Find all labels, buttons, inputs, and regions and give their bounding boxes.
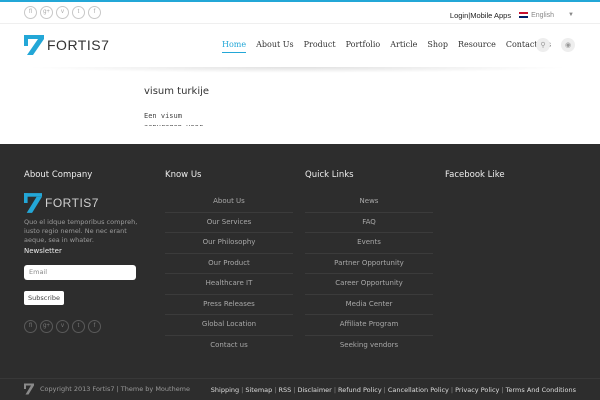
footer-logo-text: FORTIS7 <box>45 196 99 210</box>
footer-link-contact-us[interactable]: Contact us <box>165 336 293 357</box>
footer-link-partner-opportunity[interactable]: Partner Opportunity <box>305 254 433 274</box>
footer-social-links: fl g+ v t f <box>24 320 150 333</box>
logo-text: FORTIS7 <box>47 37 110 53</box>
logo-mark-icon <box>24 35 44 55</box>
nav-about-us[interactable]: About Us <box>256 40 293 53</box>
footer-facebook-column: Facebook Like <box>445 170 505 192</box>
twitter-icon[interactable]: t <box>72 320 85 333</box>
cart-icon[interactable]: ◉ <box>561 38 575 52</box>
newsletter-label: Newsletter <box>24 247 62 255</box>
know-us-heading: Know Us <box>165 170 202 180</box>
chevron-down-icon[interactable]: ▼ <box>568 12 574 18</box>
footer-logo[interactable]: FORTIS7 <box>24 192 150 214</box>
main-content: visum turkije Een visum aanvragen voor <box>144 86 444 126</box>
page-title: visum turkije <box>144 86 210 97</box>
social-links: fl g+ v t f <box>24 6 101 19</box>
separator: | <box>274 386 277 394</box>
link-rss[interactable]: RSS <box>278 386 291 394</box>
link-shipping[interactable]: Shipping <box>211 386 239 394</box>
search-icon[interactable]: ⚲ <box>536 38 550 52</box>
footer-link-our-philosophy[interactable]: Our Philosophy <box>165 233 293 254</box>
quick-links-heading: Quick Links <box>305 170 354 180</box>
language-selector[interactable]: English <box>531 12 554 19</box>
separator: | <box>450 386 454 394</box>
separator: | <box>383 386 386 394</box>
login-link[interactable]: Login|Mobile Apps <box>450 11 511 20</box>
copyright-text: Copyright 2013 Fortis7 | Theme by Mouthe… <box>40 385 191 393</box>
top-bar: fl g+ v t f Login|Mobile Apps English ▼ <box>0 0 600 24</box>
nav-home[interactable]: Home <box>222 40 247 53</box>
footer-link-press-releases[interactable]: Press Releases <box>165 295 293 315</box>
mobile-apps-link[interactable]: Mobile Apps <box>470 11 511 20</box>
footer-link-faq[interactable]: FAQ <box>305 213 433 233</box>
subscribe-button[interactable]: Subscribe <box>24 291 64 305</box>
footer-link-news[interactable]: News <box>305 192 433 213</box>
link-refund-policy[interactable]: Refund Policy <box>338 386 382 394</box>
nav-shop[interactable]: Shop <box>427 40 448 53</box>
flickr-icon[interactable]: fl <box>24 6 37 19</box>
vimeo-icon[interactable]: v <box>56 6 69 19</box>
top-right-links: Login|Mobile Apps English ▼ <box>450 8 600 22</box>
uk-flag-icon <box>519 12 529 18</box>
footer-link-our-services[interactable]: Our Services <box>165 213 293 233</box>
footer-quick-links-column: Quick Links News FAQ Events Partner Oppo… <box>305 170 433 356</box>
main-nav: Home About Us Product Portfolio Article … <box>222 40 551 53</box>
nav-product[interactable]: Product <box>304 40 336 53</box>
nav-article[interactable]: Article <box>390 40 417 53</box>
link-cancellation-policy[interactable]: Cancellation Policy <box>388 386 449 394</box>
facebook-like-heading: Facebook Like <box>445 170 505 180</box>
footer-small-logo-icon <box>24 383 34 395</box>
footer-bottom-links: Shipping | Sitemap | RSS | Disclaimer | Refu… <box>211 386 576 394</box>
footer-link-media-center[interactable]: Media Center <box>305 295 433 315</box>
vimeo-icon[interactable]: v <box>56 320 69 333</box>
header: FORTIS7 Home About Us Product Portfolio … <box>0 24 600 68</box>
copyright: Copyright 2013 Fortis7 | Theme by Mouthe… <box>24 383 190 395</box>
footer-link-global-location[interactable]: Global Location <box>165 315 293 336</box>
link-disclaimer[interactable]: Disclaimer <box>297 386 331 394</box>
header-shadow <box>24 67 572 73</box>
about-description: Quo el idque temporibus compreh, iusto r… <box>24 218 138 244</box>
site-logo[interactable]: FORTIS7 <box>24 35 109 55</box>
separator: | <box>501 386 504 394</box>
link-sitemap[interactable]: Sitemap <box>245 386 272 394</box>
footer-link-seeking-vendors[interactable]: Seeking vendors <box>305 336 433 357</box>
newsletter-email-input[interactable]: Email <box>24 265 136 280</box>
footer-know-us-column: Know Us About Us Our Services Our Philos… <box>165 170 293 356</box>
footer-about-column: About Company FORTIS7 Quo el idque tempo… <box>24 170 150 333</box>
footer-link-healthcare-it[interactable]: Healthcare IT <box>165 274 293 295</box>
google-plus-icon[interactable]: g+ <box>40 6 53 19</box>
twitter-icon[interactable]: t <box>72 6 85 19</box>
separator: | <box>293 386 296 394</box>
nav-resource[interactable]: Resource <box>458 40 496 53</box>
separator: | <box>333 386 337 394</box>
footer-link-affiliate-program[interactable]: Affiliate Program <box>305 315 433 336</box>
flickr-icon[interactable]: fl <box>24 320 37 333</box>
footer-link-about-us[interactable]: About Us <box>165 192 293 213</box>
footer-link-events[interactable]: Events <box>305 233 433 254</box>
link-terms-and-conditions[interactable]: Terms And Conditions <box>506 386 576 394</box>
footer-link-career-opportunity[interactable]: Career Opportunity <box>305 274 433 295</box>
separator: | <box>241 386 244 394</box>
footer-bottom-bar: Copyright 2013 Fortis7 | Theme by Mouthe… <box>0 378 600 400</box>
page-body-text: Een visum aanvragen voor <box>144 112 203 126</box>
nav-portfolio[interactable]: Portfolio <box>346 40 381 53</box>
google-plus-icon[interactable]: g+ <box>40 320 53 333</box>
footer-link-our-product[interactable]: Our Product <box>165 254 293 274</box>
facebook-icon[interactable]: f <box>88 6 101 19</box>
about-company-heading: About Company <box>24 170 93 180</box>
footer-logo-mark-icon <box>24 193 42 213</box>
facebook-icon[interactable]: f <box>88 320 101 333</box>
link-privacy-policy[interactable]: Privacy Policy <box>455 386 499 394</box>
footer: About Company FORTIS7 Quo el idque tempo… <box>0 144 600 380</box>
